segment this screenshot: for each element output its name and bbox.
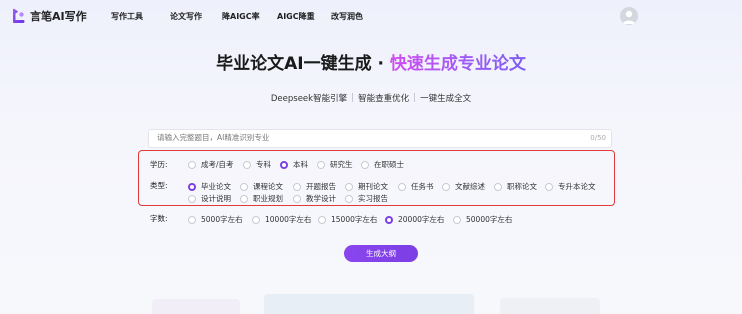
- type-option-internship-report[interactable]: 实习报告: [345, 193, 388, 204]
- nav-item-reduce-aigc-rate[interactable]: 降AIGC率: [222, 11, 260, 22]
- radio-icon: [318, 215, 326, 224]
- word-option-20000[interactable]: 20000字左右: [385, 214, 444, 225]
- radio-icon: [243, 160, 251, 169]
- word-option-5000[interactable]: 5000字左右: [188, 214, 243, 225]
- education-option-in-service-master[interactable]: 在职硕士: [361, 159, 404, 170]
- type-option-journal-paper[interactable]: 期刊论文: [345, 181, 388, 192]
- type-option-teaching-design[interactable]: 教学设计: [293, 193, 336, 204]
- type-option-professional-title-paper[interactable]: 职称论文: [494, 181, 537, 192]
- feature-list: Deepseek智能引擎 智能查重优化 一键生成全文: [0, 92, 742, 104]
- radio-icon: [317, 160, 325, 169]
- radio-selected-icon: [280, 160, 288, 169]
- topic-char-counter: 0/50: [590, 134, 606, 142]
- hero-title-main: 毕业论文AI一键生成 ·: [216, 54, 390, 74]
- radio-icon: [494, 182, 502, 191]
- radio-selected-icon: [188, 182, 196, 191]
- word-option-15000[interactable]: 15000字左右: [318, 214, 377, 225]
- preview-card: [152, 299, 240, 314]
- word-count-label: 字数:: [150, 214, 168, 223]
- type-option-proposal-report[interactable]: 开题报告: [293, 181, 336, 192]
- word-option-10000[interactable]: 10000字左右: [252, 214, 311, 225]
- brand-logo[interactable]: 言笔AI写作: [10, 8, 87, 24]
- radio-icon: [545, 182, 553, 191]
- radio-icon: [293, 194, 301, 203]
- education-label: 学历:: [150, 160, 168, 169]
- radio-selected-icon: [385, 215, 393, 224]
- preview-card: [500, 298, 600, 314]
- radio-icon: [453, 215, 461, 224]
- education-option-junior-college[interactable]: 专科: [243, 159, 271, 170]
- nav-item-aigc-dedup[interactable]: AIGC降重: [277, 11, 315, 22]
- preview-card: [264, 294, 474, 314]
- feature-item: 智能查重优化: [358, 94, 410, 104]
- feature-item: Deepseek智能引擎: [270, 94, 348, 104]
- radio-icon: [188, 160, 196, 169]
- topic-input[interactable]: [157, 133, 577, 142]
- hero-title-accent: 快速生成专业论文: [389, 54, 526, 74]
- topic-input-box: 0/50: [148, 129, 612, 148]
- type-option-design-description[interactable]: 设计说明: [188, 193, 231, 204]
- type-option-literature-review[interactable]: 文献综述: [442, 181, 485, 192]
- education-option-adult-exam[interactable]: 成考/自考: [188, 159, 234, 170]
- brand-name: 言笔AI写作: [30, 10, 87, 23]
- nav-item-rewrite-polish[interactable]: 改写润色: [331, 11, 363, 22]
- radio-icon: [188, 194, 196, 203]
- nav-item-writing-tools[interactable]: 写作工具: [111, 11, 143, 22]
- radio-icon: [345, 194, 353, 203]
- type-label: 类型:: [150, 181, 168, 190]
- nav-item-thesis-writing[interactable]: 论文写作: [170, 11, 202, 22]
- feature-divider: [414, 93, 416, 102]
- generate-outline-button[interactable]: 生成大纲: [344, 245, 418, 262]
- feature-divider: [352, 93, 354, 102]
- radio-icon: [442, 182, 450, 191]
- radio-icon: [293, 182, 301, 191]
- radio-icon: [188, 215, 196, 224]
- radio-icon: [361, 160, 369, 169]
- type-option-career-planning[interactable]: 职业规划: [240, 193, 283, 204]
- education-option-bachelor[interactable]: 本科: [280, 159, 308, 170]
- type-option-graduation-thesis[interactable]: 毕业论文: [188, 181, 231, 192]
- word-option-50000[interactable]: 50000字左右: [453, 214, 512, 225]
- user-avatar-icon[interactable]: [620, 7, 638, 25]
- radio-icon: [240, 194, 248, 203]
- top-nav: 言笔AI写作 写作工具 论文写作 降AIGC率 AIGC降重 改写润色: [0, 0, 742, 32]
- radio-icon: [345, 182, 353, 191]
- type-option-task-book[interactable]: 任务书: [398, 181, 434, 192]
- radio-icon: [240, 182, 248, 191]
- type-option-course-paper[interactable]: 课程论文: [240, 181, 283, 192]
- type-option-upgrade-paper[interactable]: 专升本论文: [545, 181, 596, 192]
- hero-title: 毕业论文AI一键生成 · 快速生成专业论文: [0, 49, 742, 74]
- education-option-postgraduate[interactable]: 研究生: [317, 159, 353, 170]
- radio-icon: [398, 182, 406, 191]
- feature-item: 一键生成全文: [420, 94, 472, 104]
- radio-icon: [252, 215, 260, 224]
- logo-icon: [13, 8, 25, 23]
